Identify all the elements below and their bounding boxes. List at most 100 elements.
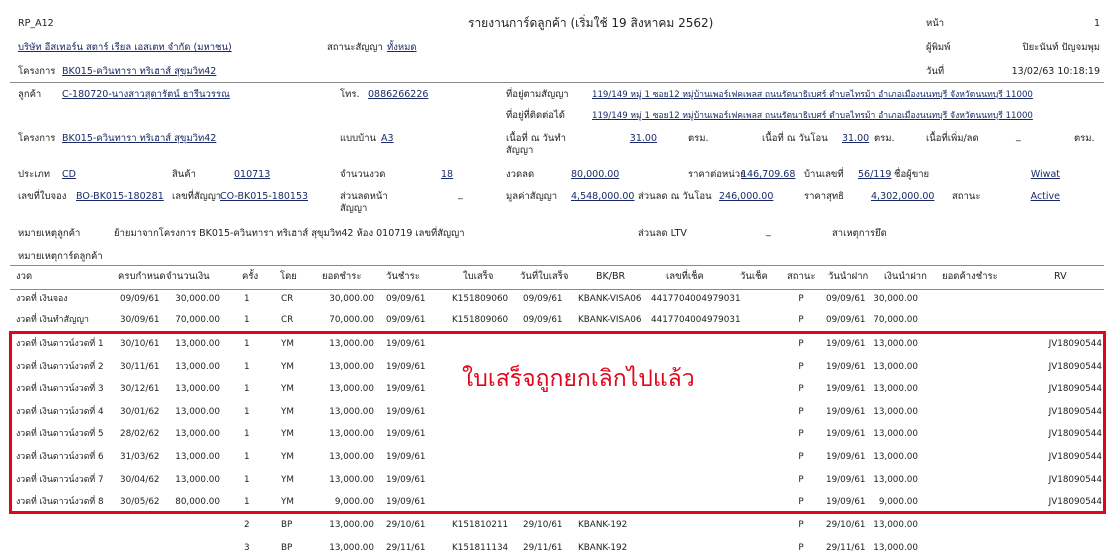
table-cell: 29/11/61: [523, 543, 563, 553]
column-header: วันชำระ: [386, 271, 420, 282]
contract-no-label: เลขที่สัญญา: [172, 191, 222, 202]
note-value: ย้ายมาจากโครงการ BK015-ควินทารา ทริเฮาส์…: [114, 228, 465, 239]
column-header: วันเช็ค: [740, 271, 768, 282]
column-header: BK/BR: [596, 271, 626, 282]
area-diff-value: _: [1016, 131, 1021, 142]
unit-price-value: 146,709.68: [741, 169, 796, 180]
table-cell: 70,000.00: [329, 315, 374, 325]
booking-value: BO-BK015-180281: [76, 191, 164, 202]
table-cell: CR: [281, 315, 294, 325]
status-label: สถานะ: [952, 191, 981, 202]
table-cell: 2: [244, 520, 250, 530]
column-header: วันนำฝาก: [828, 271, 869, 282]
table-cell: BP: [281, 543, 293, 553]
table-cell: 30,000.00: [873, 294, 918, 304]
note-label: หมายเหตุลูกค้า: [18, 228, 81, 239]
booking-label: เลขที่ใบจอง: [18, 191, 67, 202]
discount-front-value: _: [458, 189, 463, 200]
table-cell: KBANK-192: [578, 520, 628, 530]
ltv-value: _: [766, 226, 771, 237]
table-cell: 13,000.00: [329, 520, 374, 530]
column-header: ครั้ง: [242, 271, 259, 282]
project-label: โครงการ: [18, 66, 56, 77]
discount-front-label: ส่วนลดหน้าสัญญา: [340, 191, 388, 214]
house-type-label: แบบบ้าน: [340, 133, 377, 144]
company-name: บริษัท อีสเทอร์น สตาร์ เรียล เอสเตท จำกั…: [18, 42, 232, 53]
table-cell: 70,000.00: [175, 315, 220, 325]
table-cell: 09/09/61: [386, 315, 426, 325]
table-cell: 09/09/61: [523, 315, 563, 325]
date-label: วันที่: [926, 66, 945, 77]
table-cell: P: [798, 294, 804, 304]
table-cell: 30,000.00: [175, 294, 220, 304]
table-cell: 3: [244, 543, 250, 553]
column-header: เลขที่เช็ค: [666, 271, 704, 282]
card-note-label: หมายเหตุการ์ดลูกค้า: [18, 251, 103, 262]
printer-label: ผู้พิมพ์: [926, 42, 951, 53]
status-value: Active: [1030, 191, 1060, 202]
table-cell: งวดที่ เงินทำสัญญา: [16, 315, 89, 325]
area-transfer-unit: ตรม.: [874, 133, 895, 144]
table-cell: KBANK-192: [578, 543, 628, 553]
area-contract-value: 31.00: [629, 133, 657, 144]
table-cell: K151809060: [452, 315, 509, 325]
table-cell: 4417704004979031: [651, 315, 741, 325]
customer-label: ลูกค้า: [18, 89, 42, 100]
header-divider: [10, 82, 1104, 83]
type-value: CD: [62, 169, 76, 180]
table-cell: 13,000.00: [873, 543, 918, 553]
discount-transfer-value: 246,000.00: [719, 191, 774, 202]
net-price-value: 4,302,000.00: [871, 191, 935, 202]
area-transfer-value: 31.00: [842, 133, 870, 144]
cancelled-receipt-note: ใบเสร็จถูกยกเลิกไปแล้ว: [462, 366, 695, 392]
area-contract-label: เนื้อที่ ณ วันทำสัญญา: [506, 133, 566, 156]
type-label: ประเภท: [18, 169, 51, 180]
area-diff-label: เนื้อที่เพิ่ม/ลด: [926, 133, 979, 144]
column-header: สถานะ: [787, 271, 816, 282]
table-cell: KBANK-VISA06: [578, 315, 642, 325]
column-header: ใบเสร็จ: [463, 271, 494, 282]
table-cell: K151809060: [452, 294, 509, 304]
house-no-value: 56/119: [858, 169, 892, 180]
installments-label: จำนวนงวด: [340, 169, 386, 180]
highlight-box: [9, 331, 1106, 514]
column-header: RV: [1054, 271, 1067, 282]
phone-value: 0886266226: [368, 89, 429, 100]
column-header: จำนวนเงิน: [166, 271, 210, 282]
area-contract-unit: ตรม.: [688, 133, 709, 144]
column-header: เงินนำฝาก: [884, 271, 927, 282]
table-top-divider: [10, 265, 1104, 266]
table-cell: BP: [281, 520, 293, 530]
info-project-value: BK015-ควินทารา ทริเฮาส์ สุขุมวิท42: [62, 133, 217, 144]
contract-value-label: มูลค่าสัญญา: [506, 191, 558, 202]
contract-status-label: สถานะสัญญา: [327, 42, 383, 53]
column-header: งวด: [16, 271, 33, 282]
contract-address-label: ที่อยู่ตามสัญญา: [506, 89, 569, 100]
table-cell: 13,000.00: [329, 543, 374, 553]
table-cell: 09/09/61: [120, 294, 160, 304]
table-header-divider: [10, 289, 1104, 290]
table-cell: P: [798, 520, 804, 530]
table-cell: KBANK-VISA06: [578, 294, 642, 304]
table-cell: 29/11/61: [386, 543, 426, 553]
table-cell: 1: [244, 315, 250, 325]
table-cell: 29/10/61: [523, 520, 563, 530]
contact-address-label: ที่อยู่ที่ติดต่อได้: [506, 110, 565, 121]
table-cell: P: [798, 315, 804, 325]
house-type-value: A3: [381, 133, 394, 144]
info-project-label: โครงการ: [18, 133, 56, 144]
customer-value: C-180720-นางสาวสุดารัตน์ ธารีนวรรณ: [62, 89, 230, 100]
down-label: งวดลด: [506, 169, 535, 180]
printer-value: ปิยะนันท์ ปัญจมพุม: [1022, 42, 1100, 53]
house-no-label: บ้านเลขที่: [804, 169, 844, 180]
table-cell: 30/09/61: [120, 315, 160, 325]
table-cell: 09/09/61: [386, 294, 426, 304]
column-header: ยอดชำระ: [322, 271, 362, 282]
table-cell: 09/09/61: [523, 294, 563, 304]
area-diff-unit: ตรม.: [1074, 133, 1095, 144]
report-title: รายงานการ์ดลูกค้า (เริ่มใช้ 19 สิงหาคม 2…: [468, 16, 714, 30]
table-cell: 29/10/61: [386, 520, 426, 530]
table-cell: K151811134: [452, 543, 509, 553]
table-cell: 1: [244, 294, 250, 304]
unit-price-label: ราคาต่อหน่วย: [688, 169, 746, 180]
